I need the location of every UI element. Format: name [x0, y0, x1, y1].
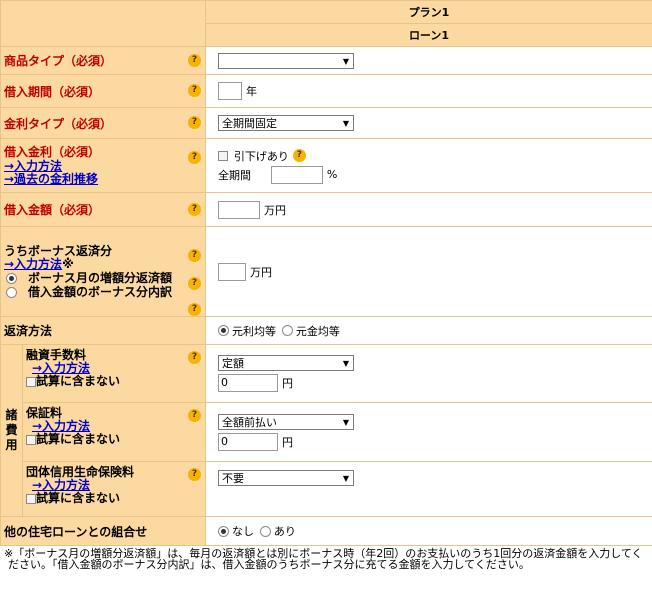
bonus-option-increase-label: ボーナス月の増額分返済額	[28, 270, 173, 285]
bonus-radio-breakdown[interactable]	[6, 286, 17, 298]
repay-option-2-label: 元金均等	[295, 324, 340, 338]
discount-checkbox[interactable]	[218, 150, 228, 161]
insurance-cell: 不要 ▼	[205, 461, 652, 517]
repay-label: 返済方法	[4, 324, 53, 338]
amount-input[interactable]	[218, 200, 260, 219]
help-icon[interactable]: ?	[188, 53, 201, 67]
bonus-unit: 万円	[250, 265, 272, 279]
guarantee-unit: 円	[282, 435, 293, 449]
footnote: ※「ボーナス月の増額分返済額」は、毎月の返済額とは別にボーナス時（年2回）のお支…	[4, 547, 643, 571]
guarantee-label: 保証料	[26, 406, 63, 420]
header-corner	[0, 0, 206, 47]
guarantee-type-select[interactable]: 全額前払い ▼	[218, 413, 354, 430]
fee-label-cell: 融資手数料 →入力方法 試算に含まない ?	[22, 344, 206, 403]
product-type-cell: ▼	[205, 46, 652, 75]
chevron-down-icon: ▼	[342, 474, 349, 483]
help-icon[interactable]: ?	[188, 302, 201, 316]
fee-exclude-checkbox[interactable]	[26, 376, 36, 387]
costs-group-label-cell: 諸費用	[0, 344, 23, 517]
loan-form-table: プラン1 ローン1 商品タイプ（必須） ? ▼ 借入期間（必須） ? 年 金利タ…	[0, 0, 652, 546]
help-icon[interactable]: ?	[188, 468, 201, 481]
chevron-down-icon: ▼	[342, 359, 349, 368]
bonus-option-breakdown-label: 借入金額のボーナス分内訳	[28, 284, 173, 299]
repay-option-1-label: 元利均等	[232, 324, 276, 338]
guarantee-exclude-label: 試算に含まない	[36, 432, 121, 446]
fee-type-select[interactable]: 定額 ▼	[218, 355, 354, 371]
guarantee-label-cell: 保証料 →入力方法 試算に含まない ?	[22, 402, 206, 462]
amount-cell: 万円	[205, 192, 652, 227]
combo-option-yes-label: あり	[273, 525, 296, 538]
bonus-label-cell: うちボーナス返済分 →入力方法※ ボーナス月の増額分返済額 借入金額のボーナス分…	[0, 226, 206, 317]
help-icon[interactable]: ?	[188, 409, 201, 422]
guarantee-input[interactable]: 0	[218, 432, 278, 451]
period-cell: 年	[205, 74, 652, 108]
fee-cell: 定額 ▼ 0円	[205, 344, 652, 403]
bonus-radio-increase[interactable]	[6, 272, 17, 284]
costs-group-label: 諸費用	[5, 408, 18, 452]
amount-unit: 万円	[264, 203, 286, 217]
bonus-note-mark: ※	[62, 256, 74, 271]
combo-label-cell: 他の住宅ローンとの組合せ	[0, 516, 206, 546]
rate-input[interactable]	[270, 165, 323, 184]
combo-radio-yes[interactable]	[259, 525, 271, 537]
bonus-input[interactable]	[218, 262, 246, 281]
period-label-cell: 借入期間（必須） ?	[0, 74, 206, 108]
chevron-down-icon: ▼	[342, 119, 349, 128]
discount-label: 引下げあり	[233, 149, 289, 163]
help-icon[interactable]: ?	[292, 149, 306, 162]
help-icon[interactable]: ?	[188, 351, 201, 364]
guarantee-exclude-checkbox[interactable]	[26, 434, 36, 445]
chevron-down-icon: ▼	[342, 56, 349, 66]
help-icon[interactable]: ?	[188, 84, 201, 97]
product-type-select[interactable]: ▼	[218, 52, 354, 69]
rate-label: 借入金利（必須）	[4, 145, 101, 159]
rate-cell: 引下げあり? 全期間 %	[205, 138, 652, 193]
combo-radio-none[interactable]	[218, 525, 229, 537]
bonus-cell: 万円	[205, 226, 652, 317]
rate-unit: %	[326, 168, 338, 181]
help-icon[interactable]: ?	[188, 151, 201, 164]
amount-label: 借入金額（必須）	[4, 203, 101, 217]
period-unit: 年	[246, 85, 257, 98]
repay-radio-equal-principal[interactable]	[281, 325, 293, 336]
fee-unit: 円	[282, 377, 293, 390]
product-type-label-cell: 商品タイプ（必須） ?	[0, 46, 206, 75]
loan-header: ローン1	[205, 23, 652, 47]
insurance-exclude-label: 試算に含まない	[36, 491, 121, 505]
bonus-input-method-link[interactable]: →入力方法	[4, 257, 62, 271]
insurance-label: 団体信用生命保険料	[26, 465, 135, 479]
combo-label: 他の住宅ローンとの組合せ	[4, 524, 148, 539]
product-type-label: 商品タイプ（必須）	[4, 54, 113, 68]
fee-input[interactable]: 0	[218, 374, 278, 392]
insurance-label-cell: 団体信用生命保険料 →入力方法 試算に含まない ?	[22, 461, 206, 517]
rate-period-label: 全期間	[218, 168, 251, 182]
rate-type-select[interactable]: 全期間固定 ▼	[218, 115, 354, 131]
rate-type-cell: 全期間固定 ▼	[205, 107, 652, 139]
help-icon[interactable]: ?	[188, 202, 201, 216]
period-label: 借入期間（必須）	[4, 84, 101, 99]
repay-radio-equal-payment[interactable]	[218, 325, 229, 336]
rate-history-link[interactable]: →過去の金利推移	[4, 173, 181, 186]
period-input[interactable]	[218, 82, 242, 100]
plan-header: プラン1	[205, 0, 652, 24]
rate-label-cell: 借入金利（必須） →入力方法 →過去の金利推移 ?	[0, 138, 206, 193]
fee-exclude-label: 試算に含まない	[36, 374, 121, 388]
repay-label-cell: 返済方法	[0, 316, 206, 345]
insurance-select[interactable]: 不要 ▼	[218, 470, 354, 486]
combo-option-none-label: なし	[232, 525, 254, 538]
amount-label-cell: 借入金額（必須） ?	[0, 192, 206, 227]
help-icon[interactable]: ?	[188, 116, 201, 129]
fee-label: 融資手数料	[26, 348, 87, 362]
combo-cell: なし あり	[205, 516, 652, 546]
chevron-down-icon: ▼	[342, 417, 349, 427]
rate-type-label-cell: 金利タイプ（必須） ?	[0, 107, 206, 139]
help-icon[interactable]: ?	[188, 276, 201, 290]
repay-cell: 元利均等 元金均等	[205, 316, 652, 345]
insurance-exclude-checkbox[interactable]	[26, 493, 36, 504]
rate-type-label: 金利タイプ（必須）	[4, 116, 113, 131]
help-icon[interactable]: ?	[188, 248, 201, 262]
guarantee-cell: 全額前払い ▼ 0円	[205, 402, 652, 462]
